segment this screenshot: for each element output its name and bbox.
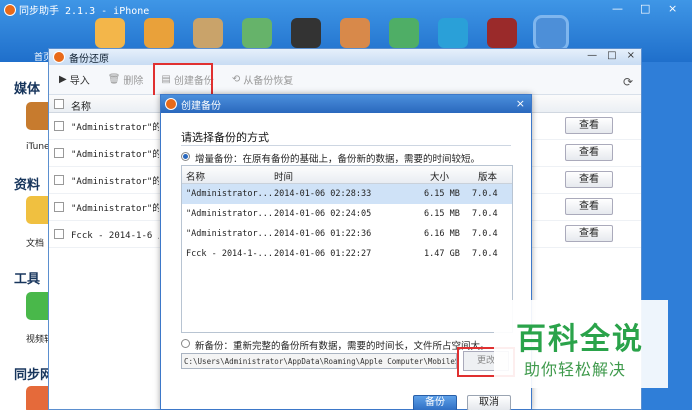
history-icon: ⟲ — [231, 74, 241, 85]
nav-bar — [95, 15, 569, 51]
dialog-logo-icon — [165, 98, 177, 110]
cell-time: 2014-01-06 02:24:05 — [274, 209, 372, 219]
cell-name: "Administrator... — [186, 189, 273, 199]
row-name: "Administrator"的 — [71, 204, 159, 214]
photo-icon[interactable] — [340, 18, 370, 48]
table-row[interactable]: Fcck - 2014-1-... 2014-01-06 01:22:27 1.… — [182, 244, 512, 264]
row-checkbox[interactable] — [54, 148, 64, 158]
select-all-checkbox[interactable] — [54, 99, 64, 109]
cell-name: "Administrator... — [186, 229, 273, 239]
app-title-text: 同步助手 2.1.3 - iPhone — [19, 6, 150, 17]
cell-time: 2014-01-06 01:22:27 — [274, 249, 372, 259]
view-button[interactable]: 查看 — [565, 171, 613, 188]
music-icon[interactable] — [291, 18, 321, 48]
create-backup-dialog: 创建备份 × 请选择备份的方式 增量备份：在原有备份的基础上，备份新的数据，需要… — [160, 94, 532, 410]
backup-table-header: 名称 时间 大小 版本 — [182, 166, 512, 184]
cell-version: 7.0.4 — [472, 209, 498, 219]
cell-name: Fcck - 2014-1-... — [186, 249, 273, 259]
home-icon[interactable] — [95, 18, 125, 48]
incremental-backup-label: 增量备份：在原有备份的基础上，备份新的数据，需要的时间较短。 — [195, 154, 481, 165]
backup-button[interactable]: 备份 — [413, 395, 457, 410]
restore-title-bar: 备份还原 — [49, 49, 641, 65]
cell-version: 7.0.4 — [472, 189, 498, 199]
cell-size: 6.16 MB — [424, 229, 460, 239]
column-name: 名称 — [186, 172, 206, 183]
apps-icon[interactable] — [242, 18, 272, 48]
restore-close-button[interactable]: × — [627, 50, 635, 61]
sidebar-item-documents[interactable]: 文档 — [26, 236, 44, 249]
bag-icon[interactable] — [193, 18, 223, 48]
table-row[interactable]: "Administrator... 2014-01-06 02:24:05 6.… — [182, 204, 512, 224]
trash-icon: 🗑 — [107, 74, 121, 85]
import-icon: ▶ — [59, 74, 67, 85]
column-size: 大小 — [430, 172, 450, 183]
minimize-button[interactable]: — — [612, 2, 623, 15]
dialog-title: 创建备份 — [181, 100, 221, 112]
column-name: 名称 — [71, 102, 91, 113]
row-checkbox[interactable] — [54, 121, 64, 131]
dialog-heading: 请选择备份的方式 — [181, 131, 269, 144]
full-backup-label: 新备份：重新完整的备份所有数据，需要的时间长，文件所占空间大。 — [195, 341, 490, 352]
backup-table: 名称 时间 大小 版本 "Administrator... 2014-01-06… — [181, 165, 513, 333]
refresh-icon[interactable]: ⟳ — [623, 75, 633, 89]
row-checkbox[interactable] — [54, 229, 64, 239]
row-checkbox[interactable] — [54, 175, 64, 185]
cell-version: 7.0.4 — [472, 249, 498, 259]
close-button[interactable]: × — [668, 2, 677, 15]
cell-time: 2014-01-06 01:22:36 — [274, 229, 372, 239]
import-label: 导入 — [69, 76, 90, 87]
delete-label: 删除 — [123, 76, 144, 87]
restore-toolbar: ▶ 导入 🗑 删除 ▤ 创建备份 ⟲ 从备份恢复 — [49, 65, 641, 95]
watermark-subtitle: 助你轻松解决 — [524, 360, 627, 379]
app-title: 同步助手 2.1.3 - iPhone — [4, 2, 149, 17]
restore-window-controls: — □ × — [587, 50, 635, 61]
restore-maximize-button[interactable]: □ — [607, 50, 616, 61]
sidebar-section-media: 媒体 — [14, 82, 41, 97]
store-icon[interactable] — [144, 18, 174, 48]
table-row[interactable]: "Administrator... 2014-01-06 02:28:33 6.… — [182, 184, 512, 204]
table-row[interactable]: "Administrator... 2014-01-06 01:22:36 6.… — [182, 224, 512, 244]
divider — [181, 145, 511, 146]
row-name: "Administrator"的 — [71, 177, 159, 187]
restore-from-label: 从备份恢复 — [243, 76, 294, 87]
sidebar-section-tools: 工具 — [14, 272, 41, 287]
cell-size: 1.47 GB — [424, 249, 460, 259]
view-button[interactable]: 查看 — [565, 225, 613, 242]
watermark: 百科全说 助你轻松解决 — [494, 300, 668, 388]
cell-time: 2014-01-06 02:28:33 — [274, 189, 372, 199]
column-time: 时间 — [274, 172, 294, 183]
restore-from-backup-button[interactable]: ⟲ 从备份恢复 — [232, 72, 293, 87]
tools-icon[interactable] — [533, 15, 569, 51]
row-name: "Administrator"的 — [71, 123, 159, 133]
view-button[interactable]: 查看 — [565, 117, 613, 134]
cell-size: 6.15 MB — [424, 209, 460, 219]
full-backup-radio[interactable] — [181, 339, 190, 348]
cancel-button[interactable]: 取消 — [467, 395, 511, 410]
maximize-button[interactable]: □ — [640, 2, 650, 15]
restore-title: 备份还原 — [69, 53, 109, 65]
row-name: Fcck - 2014-1-6 上午 — [71, 231, 159, 241]
cell-name: "Administrator... — [186, 209, 273, 219]
video-icon[interactable] — [438, 18, 468, 48]
sync-icon[interactable] — [389, 18, 419, 48]
view-button[interactable]: 查看 — [565, 144, 613, 161]
delete-button[interactable]: 🗑 删除 — [108, 72, 144, 87]
cell-version: 7.0.4 — [472, 229, 498, 239]
column-version: 版本 — [478, 172, 498, 183]
watermark-title: 百科全说 — [516, 322, 644, 357]
book-icon[interactable] — [487, 18, 517, 48]
view-button[interactable]: 查看 — [565, 198, 613, 215]
sidebar-section-files: 资料 — [14, 178, 41, 193]
import-button[interactable]: ▶ 导入 — [59, 72, 90, 87]
dialog-close-button[interactable]: × — [516, 97, 525, 110]
app-logo-icon — [4, 3, 16, 16]
backup-path-field[interactable]: C:\Users\Administrator\AppData\Roaming\A… — [181, 353, 457, 369]
cell-size: 6.15 MB — [424, 189, 460, 199]
row-name: "Administrator"的 — [71, 150, 159, 160]
incremental-backup-radio[interactable] — [181, 152, 190, 161]
restore-logo-icon — [53, 51, 65, 63]
restore-minimize-button[interactable]: — — [587, 50, 597, 61]
row-checkbox[interactable] — [54, 202, 64, 212]
dialog-title-bar: 创建备份 — [161, 95, 531, 113]
